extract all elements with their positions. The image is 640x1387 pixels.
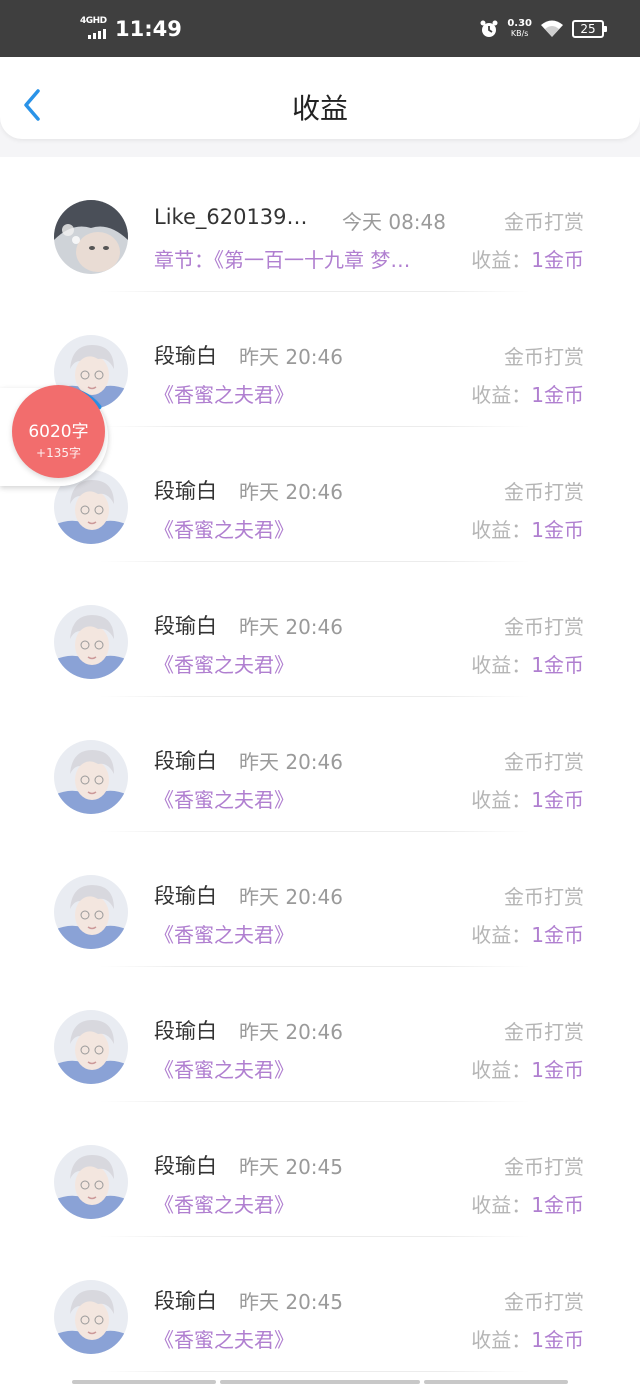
income-value: 1金币 — [531, 1058, 584, 1082]
list-item[interactable]: 段瑜白 昨天 20:46 金币打赏《香蜜之夫君》 收益：1金币 — [0, 697, 640, 832]
reward-type: 金币打赏 — [504, 1155, 584, 1179]
user-name: 段瑜白 — [154, 1019, 217, 1043]
app-header: 收益 — [0, 57, 640, 139]
income: 收益：1金币 — [471, 919, 584, 948]
income-value: 1金币 — [531, 1328, 584, 1352]
income-label: 收益： — [471, 653, 532, 677]
chapter-link[interactable]: 《香蜜之夫君》 — [154, 514, 294, 543]
income-label: 收益： — [471, 383, 532, 407]
chapter-link[interactable]: 章节：《第一百一十九章 梦… — [154, 244, 410, 273]
bottom-indicator — [424, 1380, 568, 1384]
user-name: 段瑜白 — [154, 1289, 217, 1313]
income-label: 收益： — [471, 1328, 532, 1352]
income: 收益：1金币 — [471, 1324, 584, 1353]
income: 收益：1金币 — [471, 514, 584, 543]
reward-type: 金币打赏 — [504, 1020, 584, 1044]
record-time: 昨天 20:46 — [239, 885, 343, 909]
record-time: 今天 08:48 — [342, 210, 446, 234]
list-item[interactable]: 段瑜白 昨天 20:46 金币打赏《香蜜之夫君》 收益：1金币 — [0, 832, 640, 967]
user-name: Like_620139… — [154, 205, 308, 229]
word-count: 6020字 — [28, 422, 89, 442]
income-value: 1金币 — [531, 923, 584, 947]
avatar[interactable] — [54, 1280, 128, 1354]
chapter-link[interactable]: 《香蜜之夫君》 — [154, 379, 294, 408]
income-label: 收益： — [471, 1058, 532, 1082]
user-name: 段瑜白 — [154, 1154, 217, 1178]
word-count-delta: +135字 — [36, 446, 81, 460]
user-name: 段瑜白 — [154, 479, 217, 503]
list-item[interactable]: 段瑜白 昨天 20:46 金币打赏《香蜜之夫君》 收益：1金币 — [0, 967, 640, 1102]
income: 收益：1金币 — [471, 649, 584, 678]
speed-unit: KB/s — [510, 29, 529, 38]
income-value: 1金币 — [531, 788, 584, 812]
avatar[interactable] — [54, 1010, 128, 1084]
avatar[interactable] — [54, 605, 128, 679]
avatar[interactable] — [54, 200, 128, 274]
status-time: 11:49 — [115, 17, 182, 41]
network-type: 4GHD — [80, 16, 107, 26]
income: 收益：1金币 — [471, 244, 584, 273]
income-label: 收益： — [471, 1193, 532, 1217]
income-value: 1金币 — [531, 383, 584, 407]
income-value: 1金币 — [531, 518, 584, 542]
reward-type: 金币打赏 — [504, 615, 584, 639]
chapter-link[interactable]: 《香蜜之夫君》 — [154, 1054, 294, 1083]
speed-value: 0.30 — [507, 18, 532, 29]
record-time: 昨天 20:45 — [239, 1290, 343, 1314]
income: 收益：1金币 — [471, 379, 584, 408]
divider — [100, 1371, 530, 1372]
reward-type: 金币打赏 — [504, 750, 584, 774]
status-bar: 4GHD 11:49 0.30 KB/s 25 — [0, 0, 640, 57]
chapter-link[interactable]: 《香蜜之夫君》 — [154, 1189, 294, 1218]
reward-type: 金币打赏 — [504, 210, 584, 234]
chapter-link[interactable]: 《香蜜之夫君》 — [154, 1324, 294, 1353]
reward-type: 金币打赏 — [504, 480, 584, 504]
page-title: 收益 — [291, 92, 348, 125]
income-list: Like_620139… 今天 08:48 金币打赏 章节：《第一百一十九章 梦… 收益… — [0, 157, 640, 1387]
reward-type: 金币打赏 — [504, 1290, 584, 1314]
battery-level: 25 — [580, 22, 596, 36]
record-time: 昨天 20:46 — [239, 750, 343, 774]
list-item[interactable]: 段瑜白 昨天 20:45 金币打赏《香蜜之夫君》 收益：1金币 — [0, 1102, 640, 1237]
bottom-indicator — [72, 1380, 216, 1384]
avatar[interactable] — [54, 875, 128, 949]
income: 收益：1金币 — [471, 784, 584, 813]
user-name: 段瑜白 — [154, 344, 217, 368]
record-time: 昨天 20:46 — [239, 345, 343, 369]
income-value: 1金币 — [531, 248, 584, 272]
chapter-link[interactable]: 《香蜜之夫君》 — [154, 919, 294, 948]
user-name: 段瑜白 — [154, 884, 217, 908]
word-counter-bubble[interactable]: 6020字 +135字 — [12, 385, 105, 478]
avatar[interactable] — [54, 1145, 128, 1219]
income-label: 收益： — [471, 923, 532, 947]
record-time: 昨天 20:46 — [239, 1020, 343, 1044]
list-item[interactable]: 段瑜白 昨天 20:45 金币打赏《香蜜之夫君》 收益：1金币 — [0, 1237, 640, 1372]
list-item[interactable]: Like_620139… 今天 08:48 金币打赏章节：《第一百一十九章 梦… 收益… — [0, 157, 640, 292]
income-value: 1金币 — [531, 653, 584, 677]
income-label: 收益： — [471, 248, 532, 272]
wifi-icon — [541, 20, 563, 37]
network-speed: 0.30 KB/s — [507, 19, 532, 39]
battery-icon: 25 — [572, 20, 607, 38]
income-value: 1金币 — [531, 1193, 584, 1217]
income-label: 收益： — [471, 518, 532, 542]
chapter-link[interactable]: 《香蜜之夫君》 — [154, 649, 294, 678]
cellular-signal-icon: 4GHD — [80, 16, 110, 41]
record-time: 昨天 20:45 — [239, 1155, 343, 1179]
alarm-icon — [480, 20, 498, 37]
income-label: 收益： — [471, 788, 532, 812]
list-item[interactable]: 段瑜白 昨天 20:46 金币打赏《香蜜之夫君》 收益：1金币 — [0, 562, 640, 697]
user-name: 段瑜白 — [154, 614, 217, 638]
reward-type: 金币打赏 — [504, 885, 584, 909]
income: 收益：1金币 — [471, 1054, 584, 1083]
user-name: 段瑜白 — [154, 749, 217, 773]
record-time: 昨天 20:46 — [239, 480, 343, 504]
reward-type: 金币打赏 — [504, 345, 584, 369]
chapter-link[interactable]: 《香蜜之夫君》 — [154, 784, 294, 813]
income: 收益：1金币 — [471, 1189, 584, 1218]
record-time: 昨天 20:46 — [239, 615, 343, 639]
avatar[interactable] — [54, 740, 128, 814]
bottom-indicator — [220, 1380, 420, 1384]
